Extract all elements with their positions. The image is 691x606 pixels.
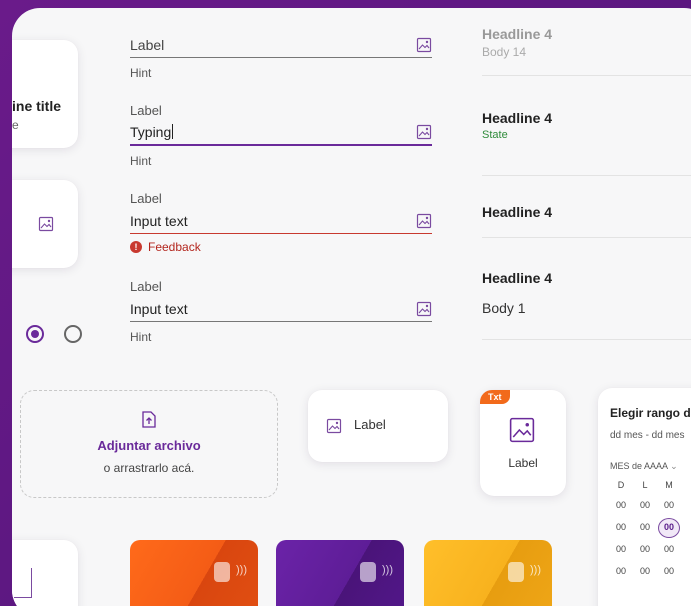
- image-icon: [326, 418, 342, 434]
- calendar-day[interactable]: 00: [658, 500, 680, 510]
- field-feedback: ! Feedback: [130, 240, 432, 254]
- credit-card-purple[interactable]: ))): [276, 540, 404, 606]
- calendar-day[interactable]: 00: [610, 500, 632, 510]
- image-icon: [416, 37, 432, 53]
- list-headline: Headline 4: [482, 26, 553, 42]
- contactless-icon: ))): [236, 564, 247, 576]
- chevron-down-icon: ⌄: [670, 461, 678, 471]
- calendar-title: Elegir rango d: [610, 406, 691, 420]
- field-hint: Hint: [130, 330, 152, 344]
- image-icon: [416, 213, 432, 229]
- upload-subtitle: o arrastrarlo acá.: [103, 461, 195, 475]
- radio-selected[interactable]: [26, 325, 44, 343]
- date-range-picker[interactable]: Elegir rango d dd mes - dd mes MES de AA…: [598, 388, 691, 606]
- card-subtitle: e: [12, 118, 19, 132]
- text-caret: [172, 124, 174, 139]
- list-item[interactable]: Headline 4: [482, 204, 691, 238]
- card-title: ine title: [12, 98, 62, 114]
- card-chip-icon: [508, 562, 524, 582]
- weekday: M: [665, 480, 673, 490]
- field-row: Input text: [130, 296, 432, 322]
- list-state: State: [482, 129, 508, 141]
- calendar-day[interactable]: 00: [634, 522, 656, 532]
- credit-card-yellow[interactable]: ))): [424, 540, 552, 606]
- error-icon: !: [130, 241, 142, 253]
- calendar-day[interactable]: 00: [610, 566, 632, 576]
- chip-label: Label: [354, 417, 386, 432]
- field-hint: Hint: [130, 154, 152, 168]
- card-chip-icon: [360, 562, 376, 582]
- calendar-month-select[interactable]: MES de AAAA ⌄: [610, 461, 691, 472]
- text-field-default[interactable]: Label Hint: [130, 32, 432, 80]
- text-field-filled[interactable]: Label Input text Hint: [130, 278, 432, 344]
- calendar-day[interactable]: 00: [610, 522, 632, 532]
- calendar-day[interactable]: 00: [658, 566, 680, 576]
- field-row: Input text: [130, 208, 432, 234]
- field-value: Input text: [130, 212, 188, 229]
- field-value: Input text: [130, 300, 188, 317]
- radio-unselected[interactable]: [64, 325, 82, 343]
- field-label-inline: Label: [130, 36, 165, 53]
- calendar-day[interactable]: 00: [634, 500, 656, 510]
- weekday: D: [617, 480, 625, 490]
- list-item[interactable]: Headline 4 Body 14: [482, 26, 691, 76]
- list-item[interactable]: Headline 4 Body 1: [482, 270, 691, 340]
- tile-badge: Txt: [480, 390, 510, 404]
- text-field-active[interactable]: Label Typing Hint: [130, 102, 432, 168]
- list-headline: Headline 4: [482, 110, 553, 126]
- card-chip-icon: [214, 562, 230, 582]
- calendar-day[interactable]: 00: [634, 544, 656, 554]
- title-card[interactable]: ine title e: [12, 40, 78, 148]
- feedback-text: Feedback: [148, 240, 201, 254]
- credit-card-orange[interactable]: ))): [130, 540, 258, 606]
- list-body: Body 1: [482, 300, 526, 316]
- image-icon: [14, 568, 32, 598]
- field-label: Label: [130, 191, 162, 206]
- calendar-day[interactable]: 00: [634, 566, 656, 576]
- image-icon: [38, 216, 54, 232]
- list-item[interactable]: Headline 4 State: [482, 110, 691, 176]
- tile-label: Label: [508, 456, 538, 470]
- text-field-error[interactable]: Label Input text ! Feedback: [130, 190, 432, 254]
- field-row: Label: [130, 32, 432, 58]
- list-headline: Headline 4: [482, 270, 553, 286]
- label-chip-card[interactable]: Label: [308, 390, 448, 462]
- field-row: Typing: [130, 120, 432, 146]
- list-body: Body 14: [482, 45, 527, 59]
- calendar-day-selected[interactable]: 00: [658, 518, 680, 538]
- contactless-icon: ))): [382, 564, 393, 576]
- component-sheet: ine title e Label Hint Label Typing Hint…: [12, 8, 691, 606]
- upload-title: Adjuntar archivo: [97, 438, 201, 453]
- field-hint: Hint: [130, 66, 152, 80]
- field-value-text: Typing: [130, 124, 172, 140]
- calendar-range: dd mes - dd mes: [610, 430, 685, 441]
- weekday: L: [642, 480, 648, 490]
- contactless-icon: ))): [530, 564, 541, 576]
- calendar-day[interactable]: 00: [610, 544, 632, 554]
- file-upload-dropzone[interactable]: Adjuntar archivo o arrastrarlo acá.: [20, 390, 278, 498]
- icon-tile-card[interactable]: Txt Label: [480, 390, 566, 496]
- upload-icon: [142, 411, 156, 428]
- image-icon: [416, 124, 432, 140]
- month-label: MES de AAAA: [610, 461, 668, 471]
- field-label: Label: [130, 103, 162, 118]
- field-label: Label: [130, 279, 162, 294]
- field-value: Typing: [130, 124, 174, 140]
- image-icon: [508, 416, 536, 444]
- partial-card[interactable]: [12, 540, 78, 606]
- calendar-day[interactable]: 00: [658, 544, 680, 554]
- image-icon: [416, 301, 432, 317]
- image-card[interactable]: [12, 180, 78, 268]
- list-headline: Headline 4: [482, 204, 553, 220]
